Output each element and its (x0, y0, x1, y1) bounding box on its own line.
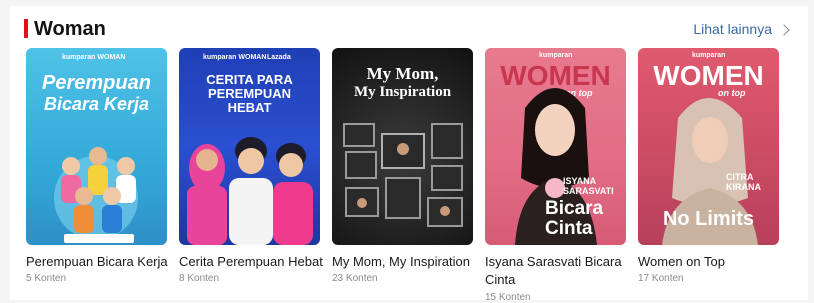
three-women-illustration (187, 137, 313, 245)
card-title: Isyana Sarasvati Bicara Cinta (485, 254, 622, 287)
cover-image: kumparan WOMEN on top ISYANA SARASVATI B… (485, 48, 626, 245)
section-title: Woman (34, 18, 106, 40)
collection-card-1[interactable]: kumparan WOMAN Perempuan Bicara Kerja Pe… (26, 48, 168, 298)
collection-card-4[interactable]: kumparan WOMEN on top ISYANA SARASVATI B… (485, 48, 626, 303)
card-title: My Mom, My Inspiration (332, 254, 470, 269)
photo-frames-illustration (343, 123, 463, 227)
card-count: 8 Konten (179, 273, 220, 284)
card-count: 5 Konten (26, 273, 67, 284)
collection-card-3[interactable]: My Mom, My Inspiration My Mom, My Inspir… (332, 48, 473, 298)
cover-line-2: No Limits (662, 208, 755, 230)
card-count: 23 Konten (332, 273, 378, 284)
cover-image: My Mom, My Inspiration (332, 48, 473, 245)
card-count: 17 Konten (638, 273, 684, 284)
card-title: Women on Top (638, 254, 725, 269)
woman-section: Woman Lihat lainnya kumparan WOMAN Perem… (10, 6, 808, 303)
accent-bar (24, 19, 28, 38)
cover-image: kumparan WOMAN Lazada CERITA PARA PEREMP… (179, 48, 320, 245)
cover-line-3: Cinta (545, 218, 593, 239)
cover-image: kumparan WOMAN Perempuan Bicara Kerja (26, 48, 167, 245)
collection-card-5[interactable]: kumparan WOMEN on top CITRA KIRANA No Li… (638, 48, 779, 298)
see-all-link[interactable]: Lihat lainnya (693, 19, 790, 39)
card-title: Cerita Perempuan Hebat (179, 254, 323, 269)
card-title: Perempuan Bicara Kerja (26, 254, 168, 269)
cover-name-1: CITRA (726, 172, 754, 182)
cover-name-2: KIRANA (726, 182, 761, 192)
see-all-label: Lihat lainnya (693, 21, 772, 37)
cover-image: kumparan WOMEN on top CITRA KIRANA No Li… (638, 48, 779, 245)
section-header: Woman Lihat lainnya (24, 16, 794, 42)
chevron-right-icon (778, 23, 790, 36)
cover-name-2: SARASVATI (563, 186, 614, 196)
women-group-illustration (54, 147, 138, 243)
cover-line-2: Bicara (545, 198, 604, 219)
collection-card-2[interactable]: kumparan WOMAN Lazada CERITA PARA PEREMP… (179, 48, 323, 298)
cover-name-1: ISYANA (563, 176, 597, 186)
card-count: 15 Konten (485, 292, 531, 303)
